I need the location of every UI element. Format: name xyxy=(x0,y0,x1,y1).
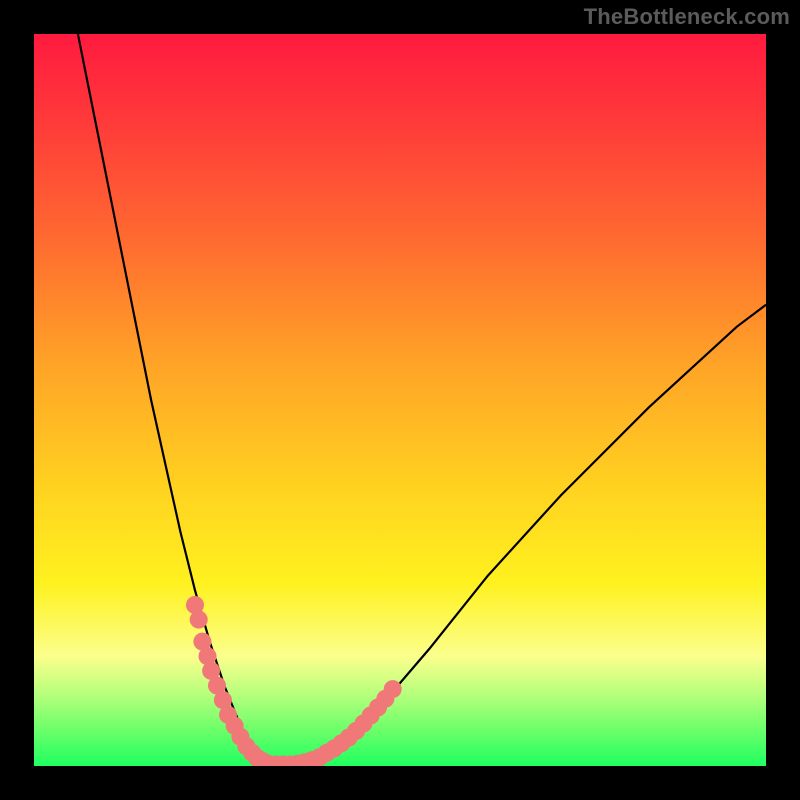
bottleneck-curve xyxy=(78,34,766,766)
watermark-text: TheBottleneck.com xyxy=(584,4,790,30)
curve-svg xyxy=(34,34,766,766)
marker-dot xyxy=(384,680,402,698)
chart-frame: TheBottleneck.com xyxy=(0,0,800,800)
marker-group xyxy=(186,596,402,766)
plot-area xyxy=(34,34,766,766)
marker-dot xyxy=(190,611,208,629)
